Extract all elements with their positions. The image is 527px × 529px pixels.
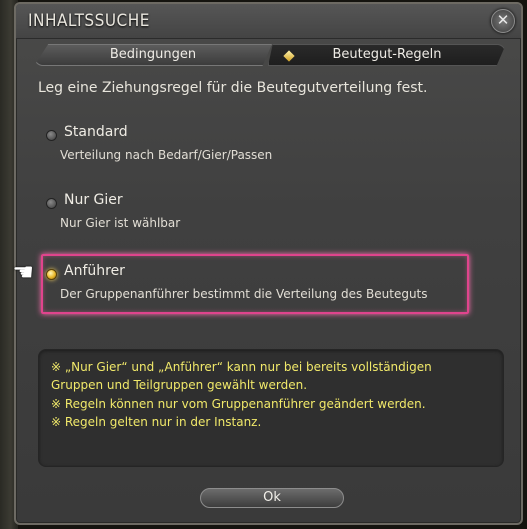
active-tab-marker-icon <box>283 50 295 62</box>
ok-button[interactable]: Ok <box>200 488 344 508</box>
notes-panel: ※ „Nur Gier“ und „Anführer“ kann nur bei… <box>38 349 504 467</box>
note-line: ※ Regeln gelten nur in der Instanz. <box>51 415 262 429</box>
option-description: Verteilung nach Bedarf/Gier/Passen <box>60 148 273 162</box>
radio-button[interactable] <box>46 130 57 141</box>
option-description: Der Gruppenanführer bestimmt die Verteil… <box>60 287 428 301</box>
window-title: INHALTSSUCHE <box>28 11 150 31</box>
option-description: Nur Gier ist wählbar <box>60 216 181 230</box>
instruction-text: Leg eine Ziehungsregel für die Beutegutv… <box>38 80 428 96</box>
radio-button[interactable] <box>46 198 57 209</box>
title-bar[interactable]: INHALTSSUCHE ✕ <box>16 4 521 39</box>
content-finder-window: INHALTSSUCHE ✕ Bedingungen Beutegut-Rege… <box>12 2 523 525</box>
tab-label: Beutegut-Regeln <box>332 47 442 62</box>
close-icon[interactable]: ✕ <box>491 9 515 33</box>
option-label: Nur Gier <box>64 192 123 208</box>
option-label: Standard <box>64 124 128 140</box>
radio-button-selected[interactable] <box>46 269 57 280</box>
tab-beutegut-regeln[interactable]: Beutegut-Regeln <box>268 44 506 66</box>
note-line: ※ „Nur Gier“ und „Anführer“ kann nur bei… <box>51 360 432 374</box>
note-line: ※ Regeln können nur vom Gruppenanführer … <box>51 397 426 411</box>
option-label: Anführer <box>64 263 125 279</box>
tab-bar: Bedingungen Beutegut-Regeln <box>34 44 506 68</box>
note-line: Gruppen und Teilgruppen gewählt werden. <box>51 378 308 392</box>
hand-pointer-icon: ☛ <box>12 258 34 286</box>
tab-bedingungen[interactable]: Bedingungen <box>34 44 272 66</box>
